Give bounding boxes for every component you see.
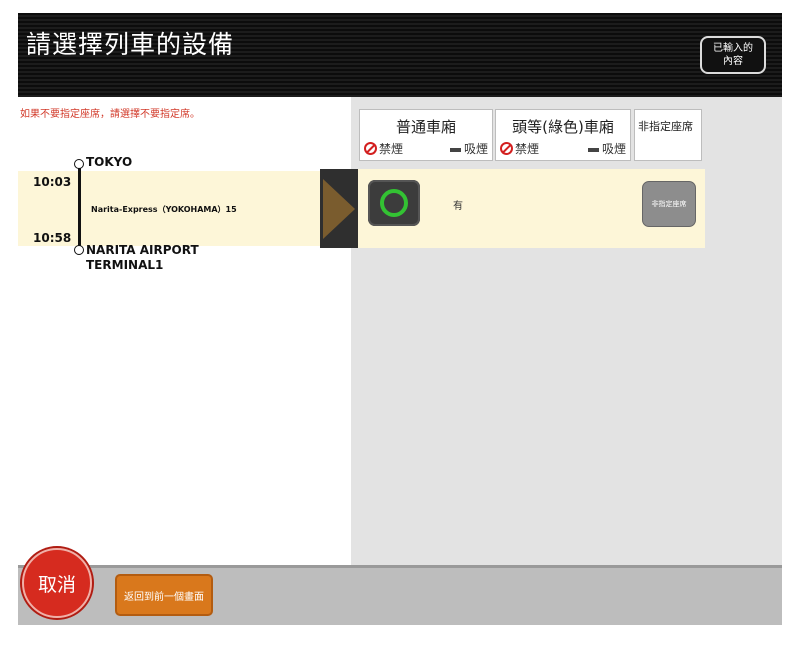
entered-content-label: 已輸入的 內容 bbox=[713, 43, 753, 67]
availability-text: 有 bbox=[453, 201, 463, 212]
arrive-dot-icon bbox=[74, 245, 84, 255]
arrive-station: NARITA AIRPORT TERMINAL1 bbox=[86, 243, 199, 273]
footer-divider bbox=[18, 565, 782, 568]
ordinary-smoking: 吸煙 bbox=[449, 140, 488, 157]
green-car-label: 頭等(綠色)車廂 bbox=[512, 118, 614, 136]
cigarette-icon bbox=[587, 148, 599, 152]
right-panel bbox=[351, 97, 782, 565]
green-car-header: 頭等(綠色)車廂 禁煙 吸煙 bbox=[495, 109, 631, 161]
left-panel bbox=[18, 97, 351, 565]
arrive-station-line1: NARITA AIRPORT bbox=[86, 243, 199, 257]
hint-text: 如果不要指定座席，請選擇不要指定席。 bbox=[20, 109, 200, 120]
ordinary-car-label: 普通車廂 bbox=[395, 118, 456, 136]
back-label: 返回到前一個畫面 bbox=[124, 591, 204, 603]
non-reserved-label: 非指定座席 bbox=[638, 120, 693, 133]
non-reserved-button-label: 非指定座席 bbox=[651, 200, 687, 208]
arrive-time: 10:58 bbox=[33, 231, 72, 245]
header-bar: 請選擇列車的設備 已輸入的 內容 bbox=[18, 13, 782, 97]
ordinary-no-smoking-seat-button[interactable] bbox=[368, 180, 420, 226]
depart-time: 10:03 bbox=[33, 175, 72, 189]
arrow-right-icon bbox=[323, 179, 355, 239]
non-reserved-seat-button[interactable]: 非指定座席 bbox=[642, 181, 696, 227]
app-frame: 請選擇列車的設備 已輸入的 內容 如果不要指定座席，請選擇不要指定席。 普通車廂… bbox=[18, 13, 782, 625]
cancel-button[interactable]: 取消 bbox=[22, 548, 92, 618]
entered-content-button[interactable]: 已輸入的 內容 bbox=[700, 36, 766, 74]
available-circle-icon bbox=[380, 189, 408, 217]
arrive-station-line2: TERMINAL1 bbox=[86, 258, 164, 272]
train-name: Narita-Express（YOKOHAMA）15 bbox=[91, 205, 237, 214]
route-line bbox=[78, 165, 81, 249]
depart-dot-icon bbox=[74, 159, 84, 169]
green-no-smoking: 禁煙 bbox=[500, 140, 539, 157]
back-button[interactable]: 返回到前一個畫面 bbox=[115, 574, 213, 616]
non-reserved-header: 非指定座席 bbox=[634, 109, 702, 161]
depart-station: TOKYO bbox=[86, 155, 133, 169]
ordinary-no-smoking: 禁煙 bbox=[364, 140, 403, 157]
ordinary-car-header: 普通車廂 禁煙 吸煙 bbox=[359, 109, 493, 161]
no-smoking-icon bbox=[364, 142, 377, 155]
green-smoking: 吸煙 bbox=[587, 140, 626, 157]
page-title: 請選擇列車的設備 bbox=[26, 30, 235, 59]
cigarette-icon bbox=[449, 148, 461, 152]
cancel-label: 取消 bbox=[37, 573, 76, 596]
no-smoking-icon bbox=[500, 142, 513, 155]
